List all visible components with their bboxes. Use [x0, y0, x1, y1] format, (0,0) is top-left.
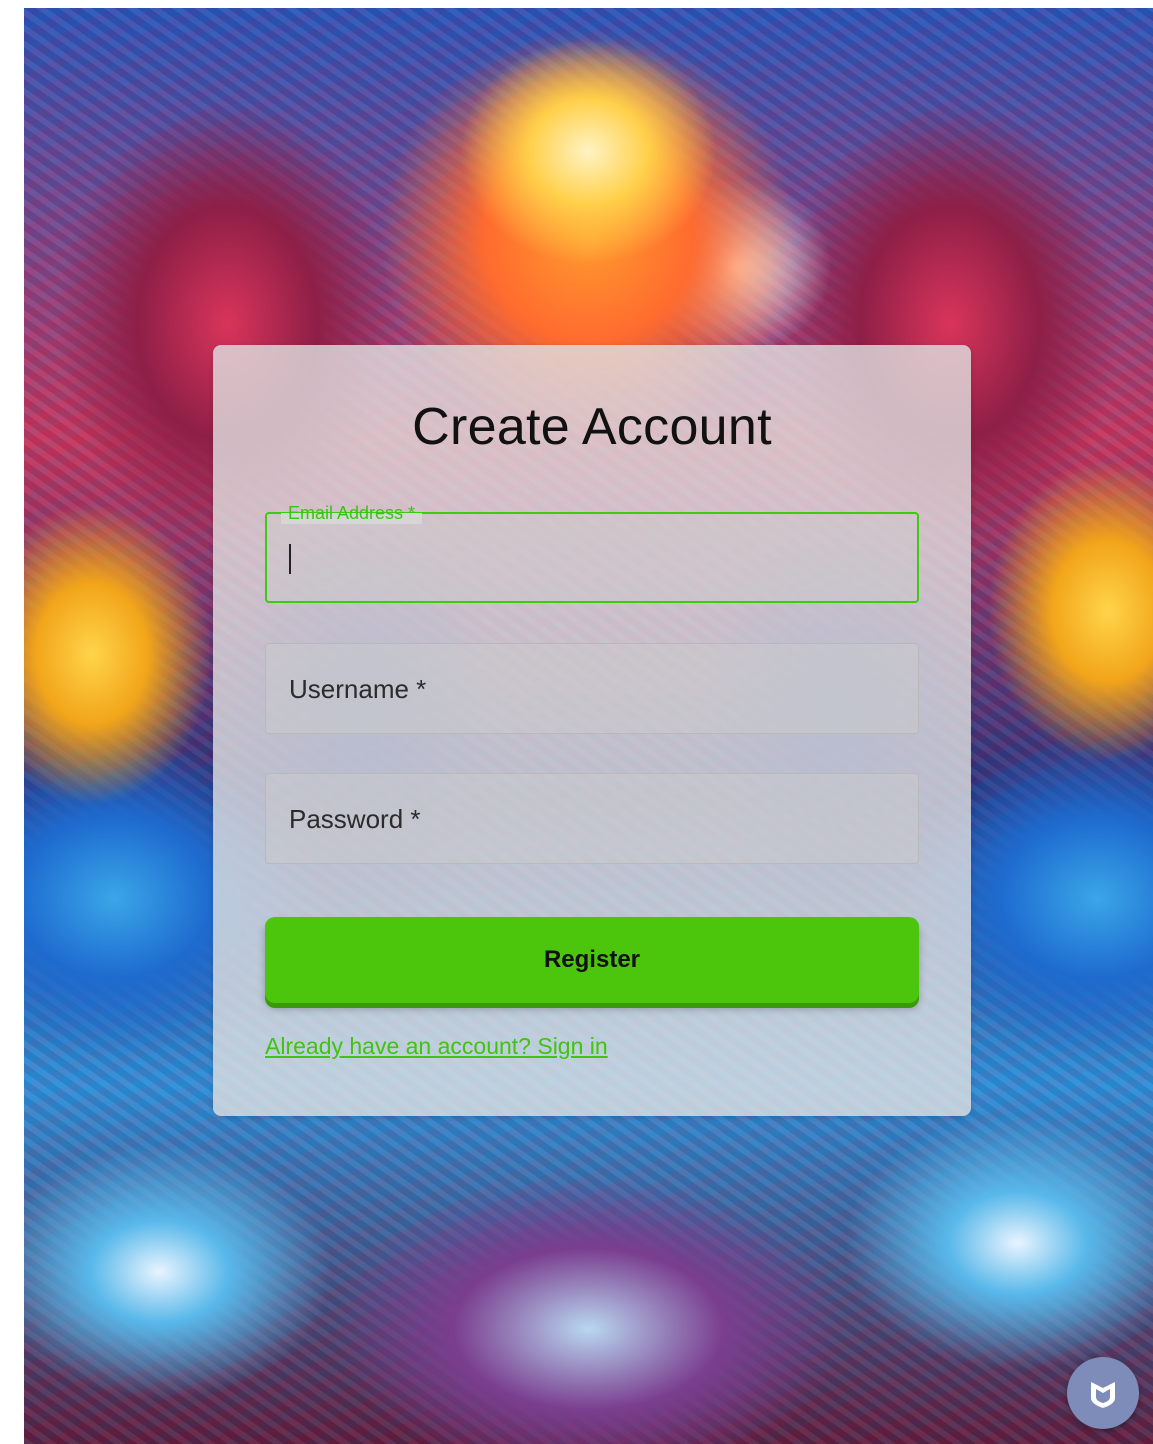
email-field[interactable]: Email Address *	[265, 502, 919, 603]
create-account-card: Create Account Email Address * Username …	[213, 345, 971, 1116]
shield-logo-glyph	[1091, 1382, 1115, 1408]
password-field[interactable]: Password *	[265, 773, 919, 864]
email-field-label: Email Address *	[281, 502, 423, 524]
sign-in-link[interactable]: Already have an account? Sign in	[265, 1033, 608, 1060]
shield-logo-icon[interactable]	[1067, 1357, 1139, 1429]
register-button[interactable]: Register	[265, 917, 919, 1003]
password-field-label: Password *	[289, 804, 421, 834]
username-field[interactable]: Username *	[265, 643, 919, 734]
page-title: Create Account	[412, 398, 772, 456]
text-caret	[289, 544, 291, 574]
page: Create Account Email Address * Username …	[0, 0, 1153, 1444]
username-field-label: Username *	[289, 674, 427, 704]
